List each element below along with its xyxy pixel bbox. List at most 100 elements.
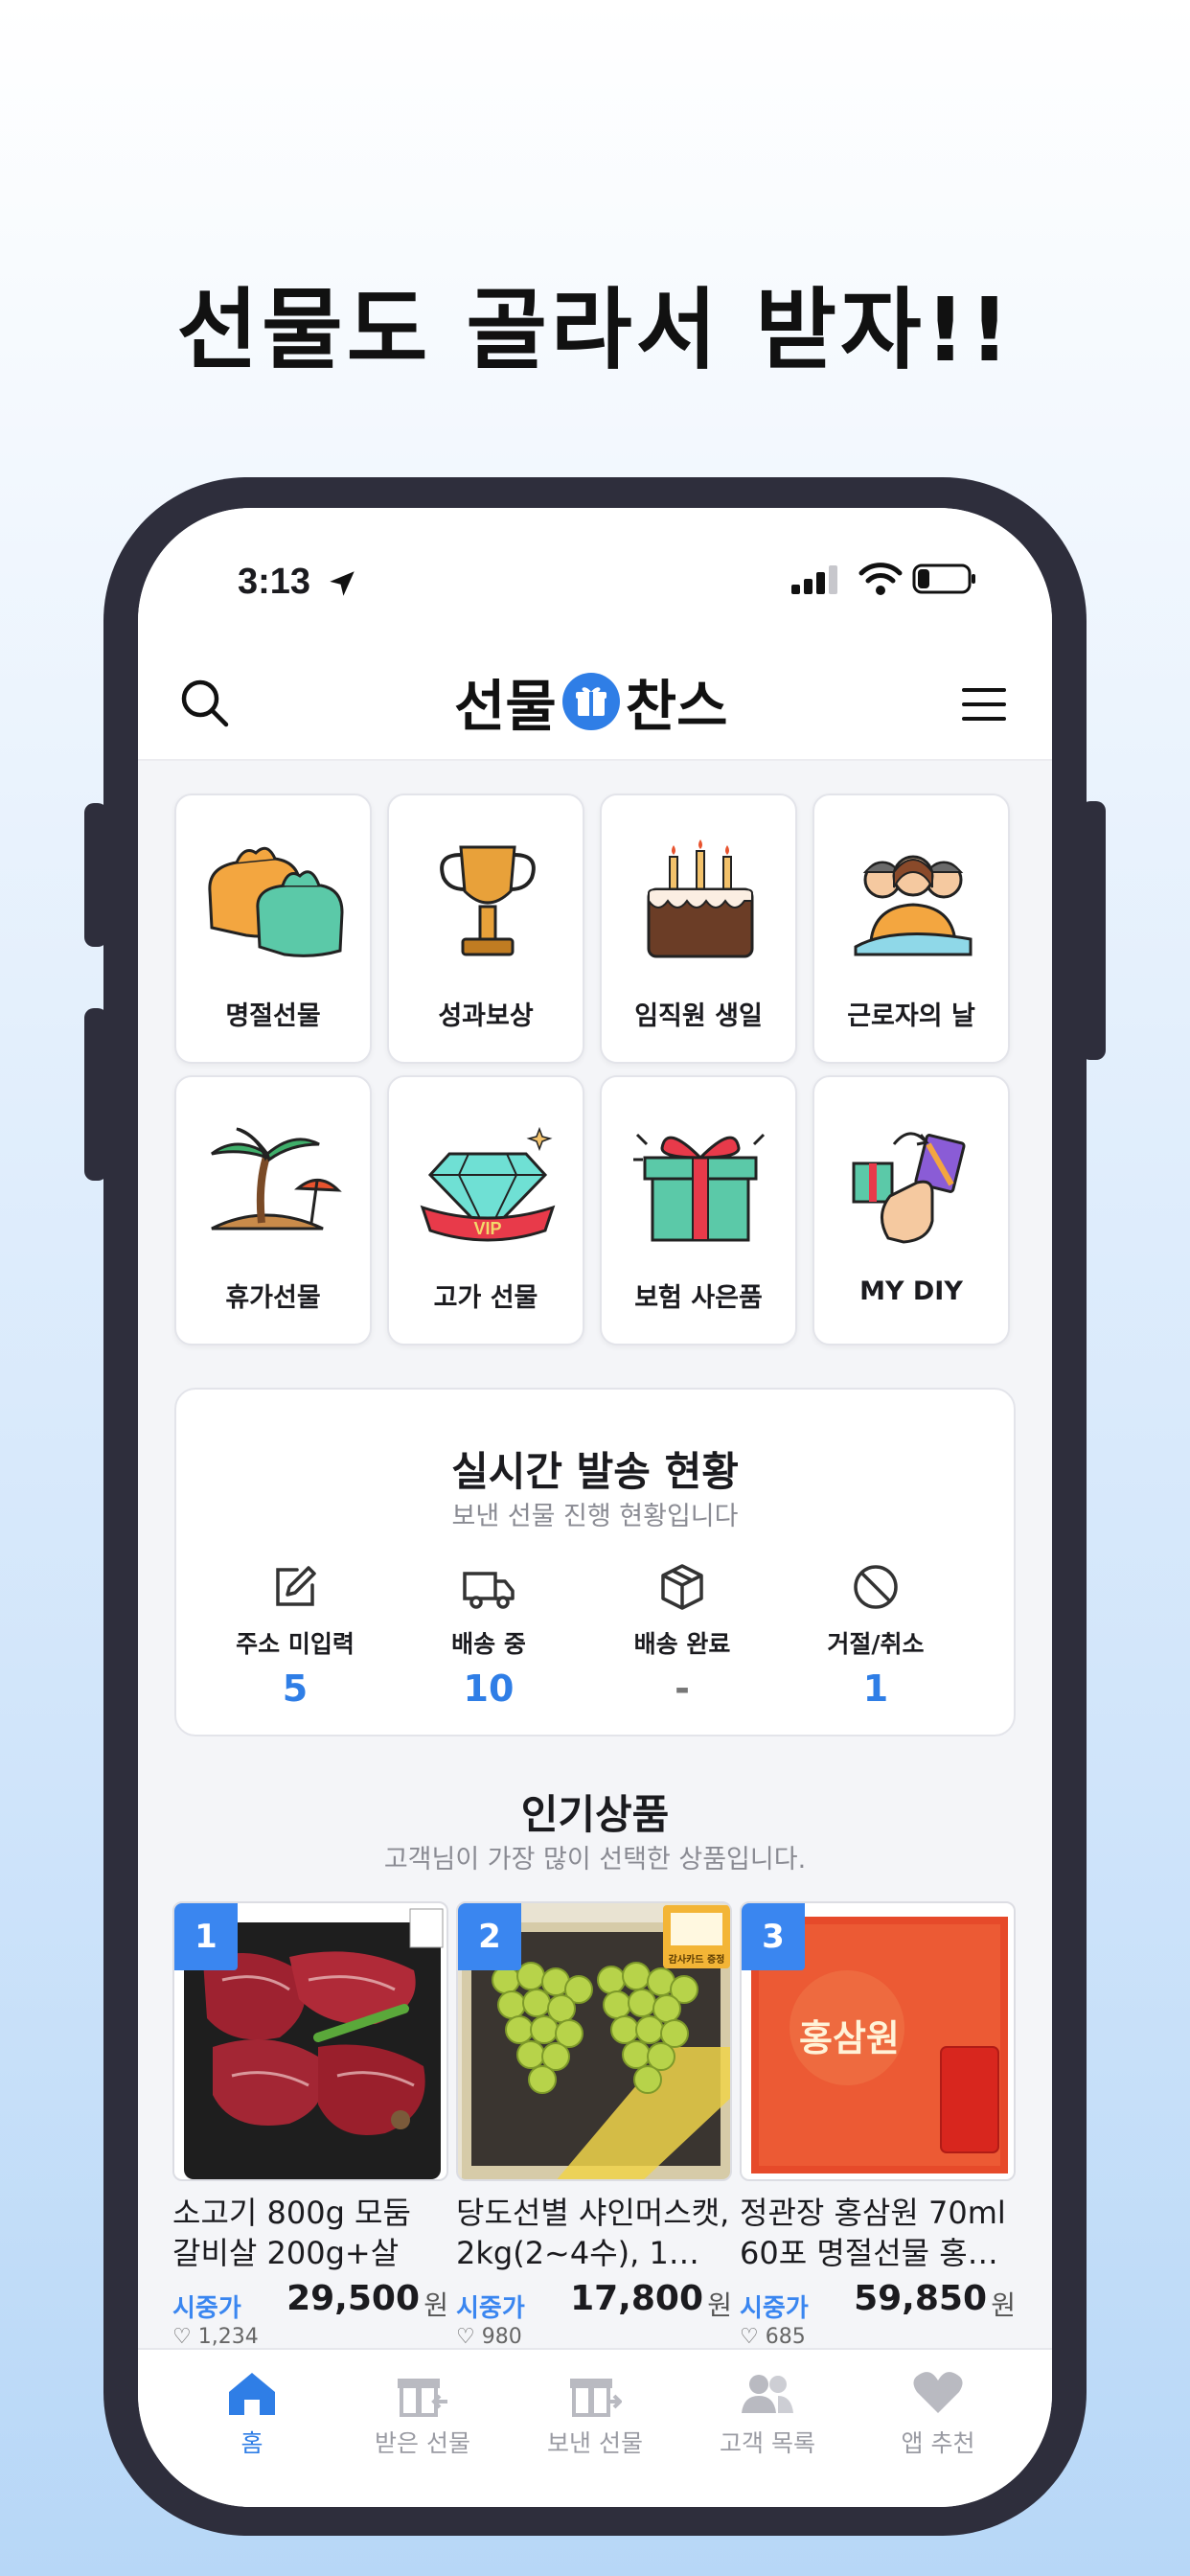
- stat-address-missing[interactable]: 주소 미입력 5: [199, 1562, 391, 1710]
- product-price: 59,850: [854, 2279, 987, 2318]
- stat-label: 주소 미입력: [236, 1630, 355, 1658]
- category-performance-reward[interactable]: 성과보상: [387, 794, 584, 1064]
- rank-badge: 3: [742, 1903, 805, 1970]
- tab-label: 보낸 선물: [547, 2429, 643, 2457]
- logo-gift-icon: [561, 673, 620, 730]
- stat-value: 5: [282, 1668, 309, 1710]
- stat-delivered[interactable]: 배송 완료 -: [586, 1562, 778, 1710]
- phone-frame: 3:13 선물 찬스 명절선물 성과보상 임직원 생일 근로자의 날 휴가선물 …: [103, 477, 1087, 2536]
- category-insurance-giveaway[interactable]: 보험 사은품: [600, 1075, 797, 1346]
- bottom-tab-bar: 홈 받은 선물 보낸 선물 고객 목록 앱 추천: [138, 2348, 1052, 2507]
- phone-screen: 3:13 선물 찬스 명절선물 성과보상 임직원 생일 근로자의 날 휴가선물 …: [138, 508, 1052, 2507]
- hamburger-menu-icon[interactable]: [960, 680, 1008, 728]
- product-name: 정관장 홍삼원 70ml 60포 명절선물 홍…: [740, 2195, 1006, 2271]
- realtime-delivery-card: 실시간 발송 현황 보낸 선물 진행 현황입니다 주소 미입력 5 배송 중 1…: [174, 1388, 1016, 1736]
- category-label: MY DIY: [859, 1276, 963, 1306]
- category-my-diy[interactable]: MY DIY: [812, 1075, 1010, 1346]
- edit-icon: [276, 1566, 316, 1606]
- product-price: 29,500: [286, 2279, 420, 2318]
- bojagi-gift-icon: [208, 846, 344, 957]
- tab-label: 고객 목록: [720, 2429, 815, 2457]
- stat-value: -: [675, 1668, 690, 1710]
- tab-label: 받은 선물: [375, 2429, 470, 2457]
- tab-received-gifts[interactable]: 받은 선물: [341, 2369, 504, 2459]
- status-time: 3:13: [238, 562, 311, 602]
- like-count: ♡ 685: [740, 2325, 806, 2349]
- hand-gifts-icon: [852, 1132, 966, 1244]
- rank-badge: 2: [458, 1903, 521, 1970]
- logo-text-right: 찬스: [625, 674, 728, 739]
- battery-icon: [912, 564, 975, 594]
- search-icon[interactable]: [176, 675, 234, 732]
- heart-icon: [913, 2372, 963, 2413]
- category-label: 임직원 생일: [634, 1001, 763, 1031]
- product-price: 17,800: [570, 2279, 703, 2318]
- popular-title: 인기상품: [520, 1791, 670, 1838]
- stat-value: 1: [862, 1668, 889, 1710]
- category-employee-birthday[interactable]: 임직원 생일: [600, 794, 797, 1064]
- category-labor-day[interactable]: 근로자의 날: [812, 794, 1010, 1064]
- tab-label: 앱 추천: [901, 2429, 975, 2457]
- package-text: 홍삼원: [799, 2016, 900, 2059]
- box-icon: [661, 1564, 703, 1610]
- market-price-label: 시중가: [740, 2294, 809, 2323]
- trophy-icon: [440, 845, 536, 956]
- product-card[interactable]: 2 감사카드 증정 당도선별 샤인머스캣, 2kg(2~4수), 1… 시중가 …: [456, 1901, 732, 2349]
- category-label: 휴가선물: [225, 1283, 321, 1313]
- product-card[interactable]: 1 소고기 800g 모둠 갈비살 200g+살치… 시중가 29,500 원 …: [172, 1901, 448, 2349]
- like-count: ♡ 980: [456, 2325, 522, 2349]
- svg-text:VIP: VIP: [473, 1219, 501, 1238]
- customers-icon: [742, 2375, 793, 2413]
- logo-text-left: 선물: [454, 674, 557, 739]
- category-premium-gift[interactable]: VIP 고가 선물: [387, 1075, 584, 1346]
- product-image: 1: [172, 1901, 448, 2181]
- location-arrow-icon: [330, 571, 355, 596]
- ban-icon: [854, 1565, 898, 1609]
- product-name: 소고기 800g 모둠 갈비살 200g+살치…: [172, 2195, 411, 2271]
- price-row: 시중가 17,800 원: [456, 2277, 732, 2323]
- truck-icon: [463, 1572, 515, 1609]
- category-label: 근로자의 날: [847, 1001, 975, 1031]
- tab-label: 홈: [240, 2429, 263, 2457]
- stat-label: 거절/취소: [827, 1630, 925, 1658]
- currency-label: 원: [707, 2289, 732, 2321]
- product-card[interactable]: 3 홍삼원 정관장 홍삼원 70ml 60포 명절선물 홍… 시중가 59,85…: [740, 1901, 1016, 2349]
- status-bar: 3:13: [138, 508, 1052, 642]
- vip-diamond-icon: VIP: [420, 1126, 556, 1242]
- delivery-title: 실시간 발송 현황: [451, 1448, 739, 1495]
- stat-value: 10: [463, 1668, 515, 1710]
- birthday-cake-icon: [647, 840, 754, 958]
- rank-badge: 1: [174, 1903, 238, 1970]
- tab-customer-list[interactable]: 고객 목록: [686, 2369, 849, 2459]
- category-holiday-gift[interactable]: 명절선물: [174, 794, 372, 1064]
- stat-shipping[interactable]: 배송 중 10: [393, 1562, 584, 1710]
- app-header: 선물 찬스: [138, 642, 1052, 761]
- category-label: 명절선물: [225, 1001, 321, 1031]
- price-row: 시중가 59,850 원: [740, 2277, 1016, 2323]
- product-name: 당도선별 샤인머스캣, 2kg(2~4수), 1…: [456, 2195, 730, 2271]
- workers-icon: [854, 855, 973, 956]
- category-label: 보험 사은품: [634, 1283, 763, 1313]
- stat-rejected[interactable]: 거절/취소 1: [780, 1562, 972, 1710]
- app-logo: 선물 찬스: [454, 663, 727, 740]
- popular-subtitle: 고객님이 가장 많이 선택한 상품입니다.: [383, 1845, 807, 1874]
- category-vacation-gift[interactable]: 휴가선물: [174, 1075, 372, 1346]
- market-price-label: 시중가: [456, 2294, 525, 2323]
- cellular-signal-icon: [791, 565, 837, 594]
- gift-card-badge: 감사카드 증정: [668, 1955, 725, 1966]
- price-row: 시중가 29,500 원: [172, 2277, 448, 2323]
- stat-label: 배송 완료: [633, 1630, 731, 1658]
- received-gift-icon: [398, 2379, 447, 2417]
- promo-headline: 선물도 골라서 받자!!: [176, 279, 1014, 381]
- category-label: 고가 선물: [433, 1283, 538, 1313]
- tab-home[interactable]: 홈: [171, 2369, 333, 2459]
- product-image: 3 홍삼원: [740, 1901, 1016, 2181]
- market-price-label: 시중가: [172, 2294, 241, 2323]
- currency-label: 원: [423, 2289, 448, 2321]
- tab-sent-gifts[interactable]: 보낸 선물: [514, 2369, 676, 2459]
- delivery-subtitle: 보낸 선물 진행 현황입니다: [451, 1502, 739, 1531]
- product-image: 2 감사카드 증정: [456, 1901, 732, 2181]
- home-icon: [229, 2373, 275, 2415]
- tab-recommend-app[interactable]: 앱 추천: [857, 2369, 1019, 2459]
- wifi-icon: [858, 563, 903, 595]
